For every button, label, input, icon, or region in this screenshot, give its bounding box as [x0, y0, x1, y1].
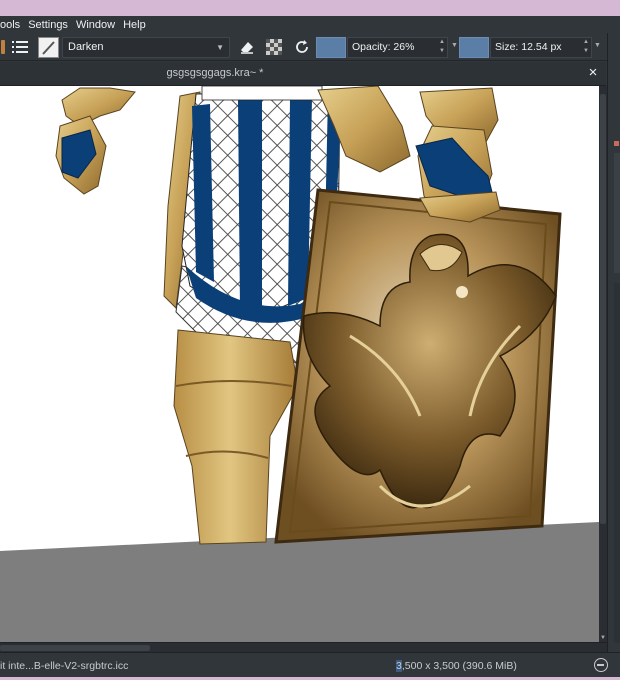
document-tab-bar: gsgsgsggags.kra~ * ×	[0, 62, 606, 86]
docker-marker	[614, 141, 619, 146]
menu-settings[interactable]: Settings	[24, 19, 72, 31]
docker-panel[interactable]	[614, 153, 620, 273]
desktop-background-top	[0, 0, 620, 16]
spin-arrows-icon[interactable]: ▲ ▼	[437, 38, 447, 57]
right-docker-strip	[607, 33, 620, 656]
document-tab-title[interactable]: gsgsgsggags.kra~ *	[0, 67, 430, 79]
blending-mode-value: Darken	[68, 41, 104, 53]
menu-tools[interactable]: ools	[0, 19, 24, 31]
chevron-down-icon: ▼	[216, 43, 224, 52]
scrollbar-thumb[interactable]	[600, 94, 606, 524]
canvas-viewport[interactable]	[0, 86, 599, 642]
image-dimensions-label: 3,500 x 3,500 (390.6 MiB)	[396, 660, 517, 672]
shield-with-eagle	[274, 188, 562, 544]
size-slider[interactable]: Size: 12.54 px ▲ ▼	[490, 37, 592, 58]
chevron-down-icon[interactable]: ▼	[594, 42, 601, 49]
reload-preset-icon[interactable]	[291, 36, 313, 58]
close-icon[interactable]: ×	[585, 65, 601, 81]
docker-panel[interactable]	[614, 283, 620, 643]
toolbar-overflow-icon[interactable]	[0, 36, 6, 58]
artwork-canvas	[0, 86, 599, 551]
blending-mode-select[interactable]: Darken ▼	[62, 37, 230, 58]
menubar: ools Settings Window Help	[0, 16, 620, 33]
background-color-swatch[interactable]	[459, 37, 489, 58]
status-bar: it inte...B-elle-V2-srgbtrc.icc 3,500 x …	[0, 652, 620, 677]
opacity-value: Opacity: 26%	[352, 41, 415, 53]
dims-rest: ,500 x 3,500 (390.6 MiB)	[401, 660, 517, 672]
foreground-color-swatch[interactable]	[316, 37, 346, 58]
chevron-down-icon[interactable]: ▼	[451, 42, 458, 49]
horizontal-scrollbar[interactable]	[0, 642, 607, 652]
menu-window[interactable]: Window	[72, 19, 119, 31]
scroll-down-arrow-icon[interactable]: ▼	[599, 635, 607, 641]
opacity-slider[interactable]: Opacity: 26% ▲ ▼	[347, 37, 448, 58]
spin-arrows-icon[interactable]: ▲ ▼	[581, 38, 591, 57]
preserve-alpha-icon[interactable]	[264, 36, 284, 58]
krita-window: ools Settings Window Help Darken ▼ Opaci…	[0, 0, 620, 680]
vertical-scrollbar[interactable]: ▼	[599, 86, 607, 642]
menu-help[interactable]: Help	[119, 19, 150, 31]
brush-settings-icon[interactable]	[10, 36, 30, 58]
brush-preset-icon[interactable]	[37, 36, 59, 58]
size-value: Size: 12.54 px	[495, 41, 562, 53]
zoom-out-icon[interactable]	[594, 658, 608, 672]
color-profile-label: it inte...B-elle-V2-srgbtrc.icc	[0, 660, 129, 672]
scrollbar-thumb[interactable]	[0, 645, 150, 651]
eraser-icon[interactable]	[237, 36, 257, 58]
brush-toolbar: Darken ▼ Opacity: 26% ▲▼ ▼ Size: 12.54	[0, 33, 620, 61]
